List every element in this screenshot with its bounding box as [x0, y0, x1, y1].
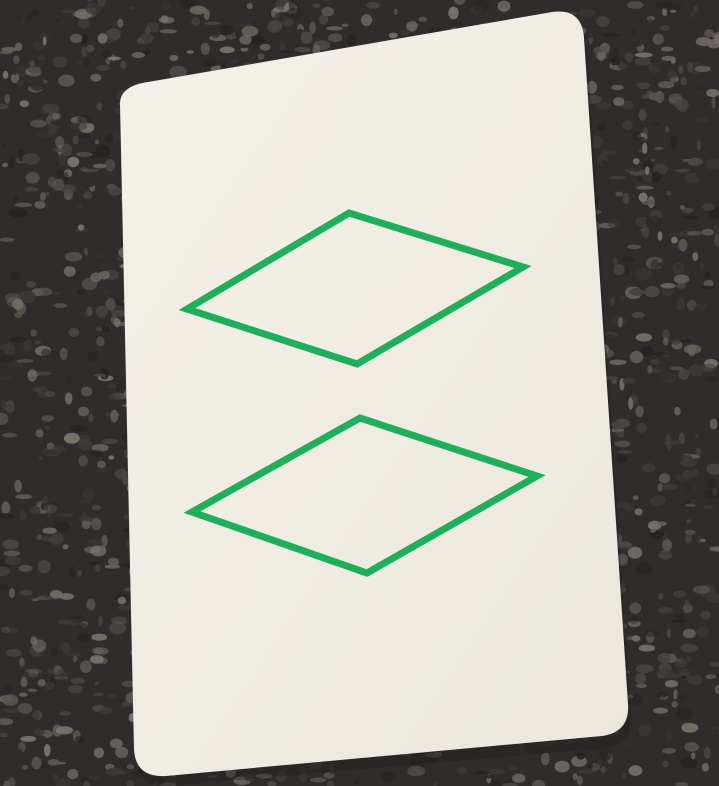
playing-card[interactable]	[120, 11, 629, 777]
card-layer	[120, 11, 632, 786]
photo-scene	[0, 0, 719, 786]
